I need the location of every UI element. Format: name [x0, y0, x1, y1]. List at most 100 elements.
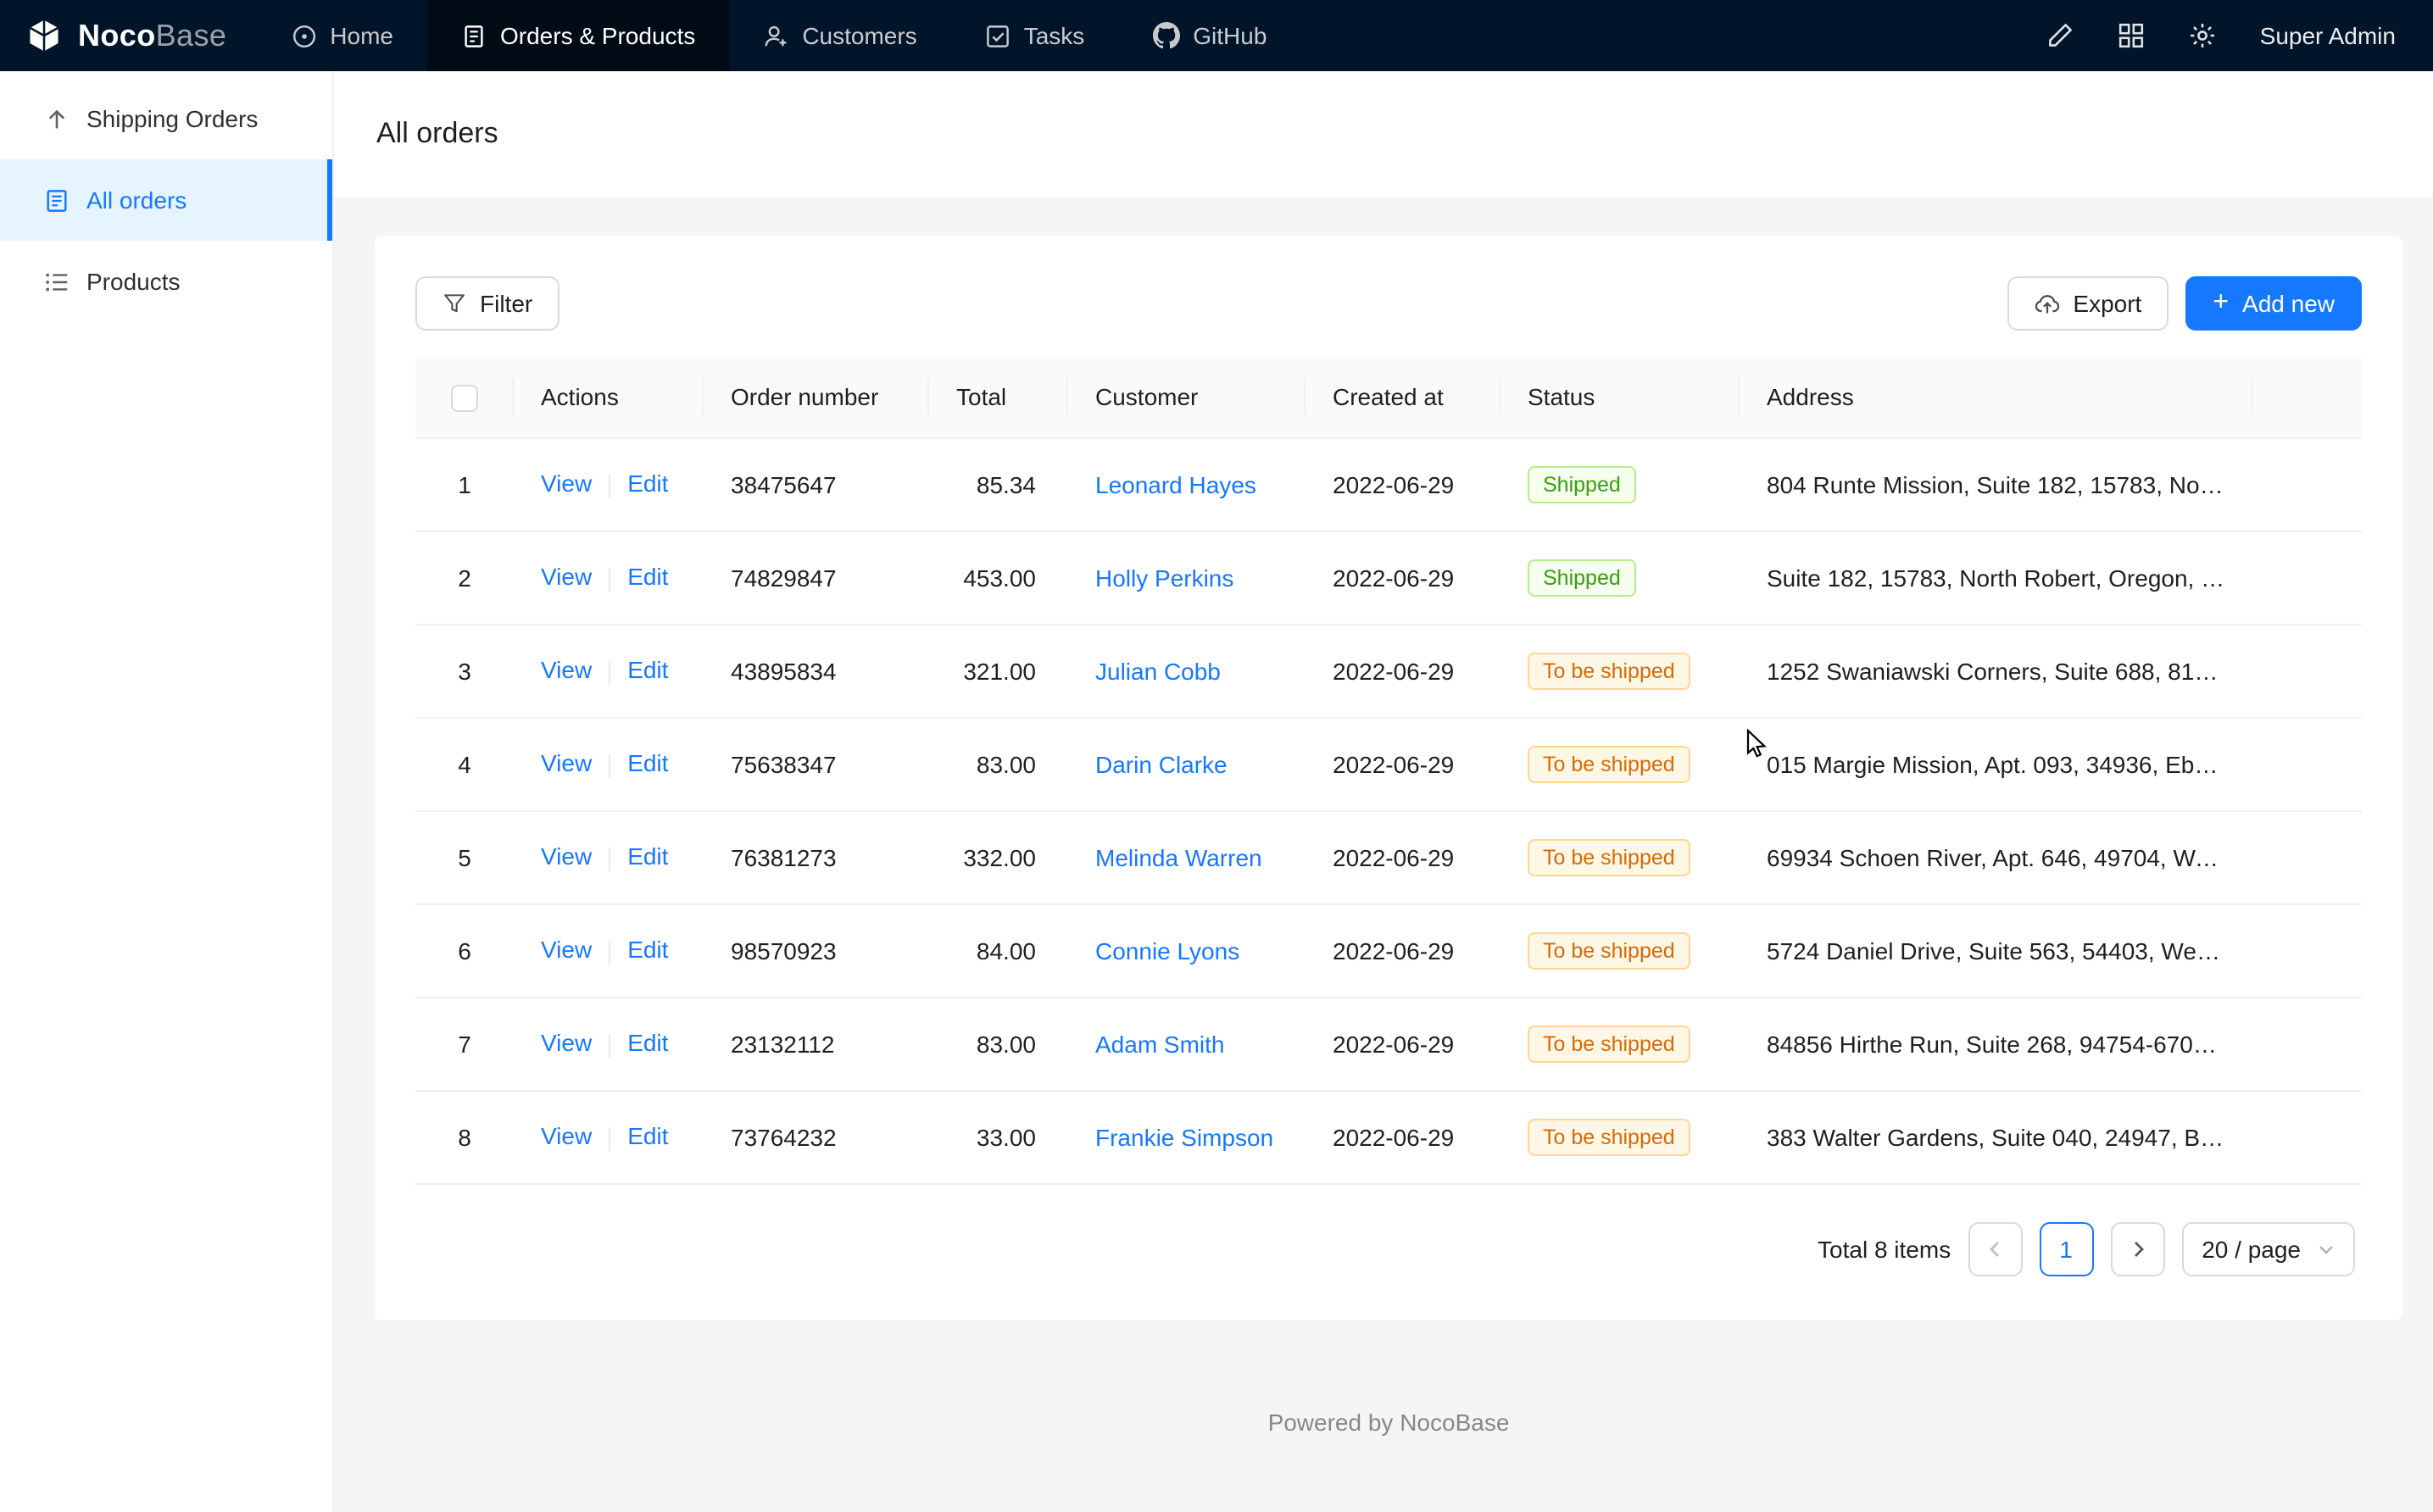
- column-header-customer: Customer: [1068, 358, 1306, 437]
- table-row[interactable]: 5 ViewEdit 76381273 332.00 Melinda Warre…: [415, 810, 2362, 903]
- created-at-cell: 2022-06-29: [1306, 1090, 1500, 1183]
- row-index: 4: [415, 717, 514, 810]
- customer-link[interactable]: Adam Smith: [1095, 1030, 1225, 1057]
- page-size-select[interactable]: 20 / page: [2181, 1221, 2355, 1276]
- top-navigation-bar: NocoBase Home Orders & Products Customer…: [0, 0, 2433, 71]
- sidebar-item-label: Shipping Orders: [86, 105, 258, 132]
- nav-item-github[interactable]: GitHub: [1118, 0, 1300, 71]
- next-page-button[interactable]: [2110, 1221, 2164, 1276]
- github-icon: [1152, 22, 1179, 49]
- select-all-checkbox[interactable]: [451, 385, 478, 412]
- spacer-cell: [2253, 437, 2362, 531]
- chevron-down-icon: [2318, 1240, 2335, 1257]
- total-cell: 84.00: [929, 903, 1068, 997]
- table-row[interactable]: 4 ViewEdit 75638347 83.00 Darin Clarke 2…: [415, 717, 2362, 810]
- edit-link[interactable]: Edit: [627, 564, 668, 591]
- view-link[interactable]: View: [541, 1123, 592, 1150]
- nav-item-tasks[interactable]: Tasks: [951, 0, 1119, 71]
- table-row[interactable]: 2 ViewEdit 74829847 453.00 Holly Perkins…: [415, 531, 2362, 624]
- column-header-total: Total: [929, 358, 1068, 437]
- row-index: 7: [415, 997, 514, 1090]
- sidebar-item-shipping-orders[interactable]: Shipping Orders: [0, 78, 332, 159]
- orders-table-body: 1 ViewEdit 38475647 85.34 Leonard Hayes …: [415, 437, 2362, 1183]
- page-number-button[interactable]: 1: [2039, 1221, 2093, 1276]
- prev-page-button[interactable]: [1968, 1221, 2022, 1276]
- cloud-upload-icon: [2034, 291, 2059, 316]
- nav-item-home[interactable]: Home: [257, 0, 427, 71]
- edit-link[interactable]: Edit: [627, 937, 668, 964]
- view-link[interactable]: View: [541, 750, 592, 777]
- customer-link[interactable]: Holly Perkins: [1095, 564, 1233, 591]
- order-number-cell: 38475647: [704, 437, 929, 531]
- status-badge: To be shipped: [1528, 745, 1690, 782]
- view-link[interactable]: View: [541, 843, 592, 870]
- user-menu[interactable]: Super Admin: [2260, 22, 2396, 49]
- column-header-created-at: Created at: [1306, 358, 1500, 437]
- view-link[interactable]: View: [541, 657, 592, 684]
- status-cell: Shipped: [1500, 437, 1740, 531]
- order-file-icon: [44, 187, 70, 213]
- edit-link[interactable]: Edit: [627, 657, 668, 684]
- filter-button[interactable]: Filter: [415, 276, 560, 331]
- customer-link[interactable]: Frankie Simpson: [1095, 1123, 1273, 1150]
- nav-label: Tasks: [1024, 22, 1085, 49]
- total-cell: 453.00: [929, 531, 1068, 624]
- edit-link[interactable]: Edit: [627, 1123, 668, 1150]
- address-cell: Suite 182, 15783, North Robert, Oregon, …: [1740, 531, 2253, 624]
- action-divider: [609, 474, 610, 498]
- address-cell: 383 Walter Gardens, Suite 040, 24947, Be…: [1740, 1090, 2253, 1183]
- nav-item-orders-products[interactable]: Orders & Products: [427, 0, 729, 71]
- status-cell: To be shipped: [1500, 717, 1740, 810]
- edit-link[interactable]: Edit: [627, 750, 668, 777]
- sidebar-item-all-orders[interactable]: All orders: [0, 159, 332, 241]
- created-at-cell: 2022-06-29: [1306, 903, 1500, 997]
- total-cell: 321.00: [929, 624, 1068, 717]
- action-divider: [609, 1033, 610, 1057]
- customer-link[interactable]: Melinda Warren: [1095, 843, 1262, 870]
- table-row[interactable]: 3 ViewEdit 43895834 321.00 Julian Cobb 2…: [415, 624, 2362, 717]
- nocobase-logo[interactable]: NocoBase: [0, 0, 257, 71]
- sidebar-item-products[interactable]: Products: [0, 241, 332, 322]
- view-link[interactable]: View: [541, 470, 592, 498]
- page-header: All orders: [334, 71, 2433, 197]
- nav-item-customers[interactable]: Customers: [729, 0, 950, 71]
- address-cell: 84856 Hirthe Run, Suite 268, 94754-6705,…: [1740, 997, 2253, 1090]
- gear-icon[interactable]: [2189, 22, 2216, 49]
- customer-link[interactable]: Connie Lyons: [1095, 937, 1239, 964]
- table-row[interactable]: 7 ViewEdit 23132112 83.00 Adam Smith 202…: [415, 997, 2362, 1090]
- filter-button-label: Filter: [480, 290, 532, 317]
- table-header-row: Actions Order number Total Customer Crea…: [415, 358, 2362, 437]
- table-row[interactable]: 6 ViewEdit 98570923 84.00 Connie Lyons 2…: [415, 903, 2362, 997]
- edit-link[interactable]: Edit: [627, 843, 668, 870]
- customer-cell: Leonard Hayes: [1068, 437, 1306, 531]
- column-header-spacer: [2253, 358, 2362, 437]
- status-badge: To be shipped: [1528, 652, 1690, 689]
- view-link[interactable]: View: [541, 937, 592, 964]
- apps-grid-icon[interactable]: [2118, 22, 2145, 49]
- add-new-button[interactable]: + Add new: [2185, 276, 2362, 331]
- table-row[interactable]: 1 ViewEdit 38475647 85.34 Leonard Hayes …: [415, 437, 2362, 531]
- export-button-label: Export: [2073, 290, 2141, 317]
- status-badge: Shipped: [1528, 465, 1636, 503]
- address-cell: 015 Margie Mission, Apt. 093, 34936, Ebe…: [1740, 717, 2253, 810]
- view-link[interactable]: View: [541, 564, 592, 591]
- created-at-cell: 2022-06-29: [1306, 717, 1500, 810]
- customer-link[interactable]: Julian Cobb: [1095, 657, 1221, 684]
- table-row[interactable]: 8 ViewEdit 73764232 33.00 Frankie Simpso…: [415, 1090, 2362, 1183]
- spacer-cell: [2253, 717, 2362, 810]
- nocobase-logo-icon: [24, 15, 64, 56]
- edit-link[interactable]: Edit: [627, 470, 668, 498]
- pen-icon[interactable]: [2046, 22, 2074, 49]
- spacer-cell: [2253, 1090, 2362, 1183]
- actions-cell: View Edit: [514, 624, 704, 717]
- edit-link[interactable]: Edit: [627, 1030, 668, 1057]
- order-number-cell: 23132112: [704, 997, 929, 1090]
- view-link[interactable]: View: [541, 1030, 592, 1057]
- export-button[interactable]: Export: [2007, 276, 2169, 331]
- column-header-order-number: Order number: [704, 358, 929, 437]
- customer-link[interactable]: Leonard Hayes: [1095, 470, 1256, 498]
- tasks-icon: [985, 23, 1011, 48]
- plus-icon: +: [2213, 290, 2229, 317]
- customer-cell: Julian Cobb: [1068, 624, 1306, 717]
- customer-link[interactable]: Darin Clarke: [1095, 750, 1228, 777]
